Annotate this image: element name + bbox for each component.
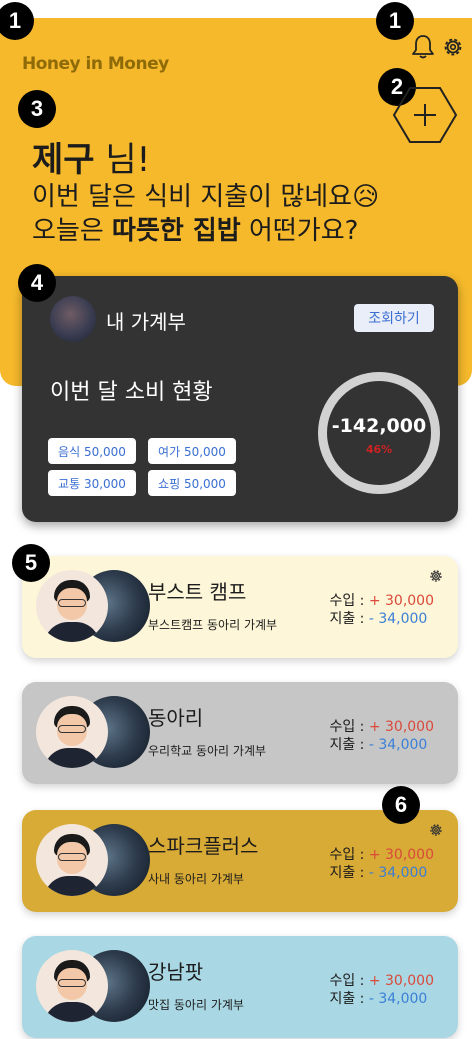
group-summary: 수입 : + 30,000 지출 : - 34,000 [329,973,434,1007]
category-chip-leisure[interactable]: 여가 50,000 [148,438,236,464]
group-summary: 수입 : + 30,000 지출 : - 34,000 [329,593,434,627]
group-name: 동아리 [148,706,204,730]
group-description: 부스트캠프 동아리 가계부 [148,618,278,632]
member-avatar [36,950,108,1022]
annotation-badge-1b: 1 [376,2,414,40]
add-ledger-button[interactable] [392,86,458,144]
group-name: 스파크플러스 [148,834,259,858]
member-avatar [36,696,108,768]
app-brand: Honey in Money [22,54,169,74]
income-value: + 30,000 [368,719,434,735]
group-name: 부스트 캠프 [148,580,247,604]
user-name: 제구 [32,140,95,180]
my-ledger-card[interactable]: 내 가계부 조회하기 이번 달 소비 현황 음식 50,000 여가 50,00… [22,276,458,522]
group-card-gangnampot[interactable]: 강남팟 맛집 동아리 가계부 수입 : + 30,000 지출 : - 34,0… [22,936,458,1038]
income-value: + 30,000 [368,973,434,989]
expense-value: - 34,000 [368,991,428,1007]
annotation-badge-4: 4 [18,264,56,302]
ring-amount: -142,000 [331,415,427,437]
greeting-line-3: 오늘은 따뜻한 집밥 어떤가요? [32,216,359,246]
group-description: 맛집 동아리 가계부 [148,998,244,1012]
group-settings-icon[interactable] [428,822,444,842]
group-summary: 수입 : + 30,000 지출 : - 34,000 [329,719,434,753]
category-chip-food[interactable]: 음식 50,000 [48,438,136,464]
income-value: + 30,000 [368,593,434,609]
group-name: 강남팟 [148,960,204,984]
ring-percent: 46% [365,443,393,456]
group-card-club[interactable]: 동아리 우리학교 동아리 가계부 수입 : + 30,000 지출 : - 34… [22,682,458,784]
settings-gear-icon[interactable] [438,32,468,62]
group-description: 우리학교 동아리 가계부 [148,744,267,758]
group-settings-icon[interactable] [428,568,444,588]
group-card-boostcamp[interactable]: 부스트 캠프 부스트캠프 동아리 가계부 수입 : + 30,000 지출 : … [22,556,458,658]
avatar [50,296,96,342]
expense-value: - 34,000 [368,611,428,627]
member-avatar [36,824,108,896]
group-summary: 수입 : + 30,000 지출 : - 34,000 [329,847,434,881]
category-chip-shopping[interactable]: 쇼핑 50,000 [148,470,236,496]
group-description: 사내 동아리 가계부 [148,872,244,886]
expense-value: - 34,000 [368,737,428,753]
expense-value: - 34,000 [368,865,428,881]
greeting-message: 제구 님! 이번 달은 식비 지출이 많네요😥 오늘은 따뜻한 집밥 어떤가요? [32,140,379,248]
bell-icon[interactable] [408,32,438,62]
lookup-button[interactable]: 조회하기 [354,304,434,332]
category-chip-transport[interactable]: 교통 30,000 [48,470,136,496]
monthly-spend-title: 이번 달 소비 현황 [50,380,213,405]
spending-ring: -142,000 46% [318,372,440,494]
greeting-title: 제구 님! [32,140,379,180]
greeting-suffix: 님! [94,140,151,180]
member-avatar [36,570,108,642]
annotation-badge-5: 5 [12,544,50,582]
group-card-sparkplus[interactable]: 스파크플러스 사내 동아리 가계부 수입 : + 30,000 지출 : - 3… [22,810,458,912]
annotation-badge-3: 3 [18,90,56,128]
annotation-badge-6: 6 [382,786,420,824]
greeting-line-2: 이번 달은 식비 지출이 많네요😥 [32,182,380,212]
card-title: 내 가계부 [106,310,186,334]
income-value: + 30,000 [368,847,434,863]
